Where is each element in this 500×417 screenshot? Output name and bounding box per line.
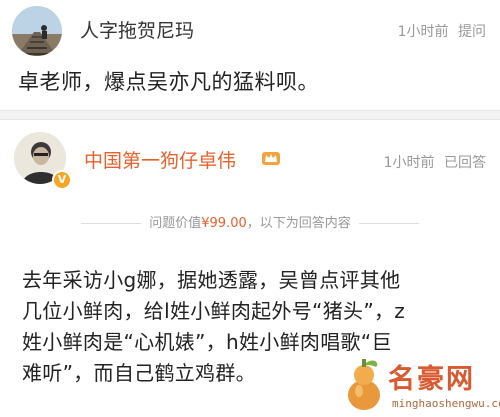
question-action: 提问 xyxy=(458,24,486,40)
membership-crown-icon[interactable] xyxy=(261,148,281,168)
answer-status: 已回答 xyxy=(444,155,486,171)
section-divider xyxy=(0,110,500,120)
price-info: 问题价值¥99.00，以下为回答内容 xyxy=(0,212,500,231)
weibo-qa-page: 人字拖贺尼玛 1小时前 提问 卓老师，爆点吴亦凡的猛料呗。 V 中国第一狗仔卓伟… xyxy=(0,0,500,417)
asker-avatar[interactable] xyxy=(12,6,62,56)
answer-line: 姓小鲜肉是“心机婊”，h姓小鲜肉唱歌“巨 xyxy=(22,330,392,354)
price-line-right xyxy=(358,223,419,224)
watermark-title: 名豪网 xyxy=(388,364,475,395)
asker-name[interactable]: 人字拖贺尼玛 xyxy=(80,16,194,43)
answer-meta: 1小时前 已回答 xyxy=(384,152,486,172)
question-meta: 1小时前 提问 xyxy=(398,21,486,41)
answerer-name[interactable]: 中国第一狗仔卓伟 xyxy=(84,146,236,173)
question-header: 人字拖贺尼玛 1小时前 提问 xyxy=(0,0,500,58)
price-prefix: 问题价值 xyxy=(149,216,202,231)
answer-line: 几位小鲜肉，给l姓小鲜肉起外号“猪头”，z xyxy=(22,299,406,323)
answer-time: 1小时前 xyxy=(383,155,435,171)
question-text: 卓老师，爆点吴亦凡的猛料呗。 xyxy=(18,70,319,94)
watermark-url: minghaoshengwu.com xyxy=(392,397,500,410)
price-line-left xyxy=(81,223,142,224)
railway-photo-icon xyxy=(12,6,62,56)
price-value: ¥99.00 xyxy=(201,216,247,231)
price-suffix: ，以下为回答内容 xyxy=(246,216,351,231)
answer-line: 去年采访小g娜，据她透露，吴曾点评其他 xyxy=(22,268,401,292)
gourd-logo-icon xyxy=(348,359,380,410)
site-watermark: 名豪网 minghaoshengwu.com xyxy=(338,355,500,415)
verified-v-icon: V xyxy=(52,170,72,190)
question-time: 1小时前 xyxy=(397,24,449,40)
